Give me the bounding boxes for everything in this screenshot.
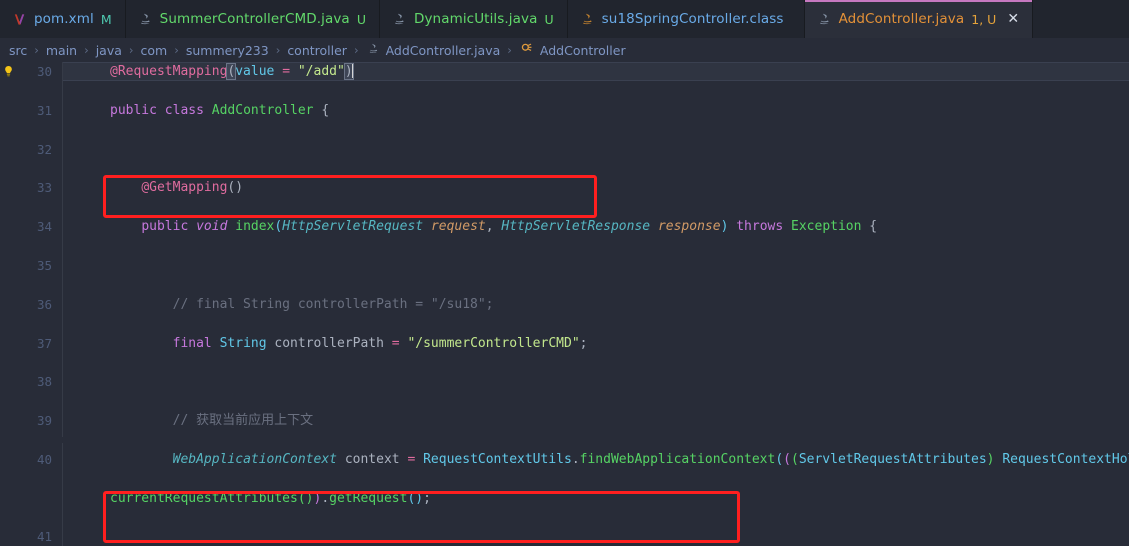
code-line-40[interactable]: 40 WebApplicationContext context = Reque…: [0, 450, 1129, 469]
line-number: 39: [36, 413, 52, 429]
close-icon[interactable]: ✕: [1007, 12, 1019, 26]
java-file-icon: [367, 42, 380, 58]
breadcrumb: src › main › java › com › summery233 › c…: [0, 38, 1129, 62]
code-line-41[interactable]: 41: [0, 527, 1129, 546]
line-content: public class AddController {: [110, 102, 330, 118]
code-line-35[interactable]: 35: [0, 256, 1129, 275]
breadcrumb-separator: ›: [84, 43, 89, 57]
tab-dynamicutils-java[interactable]: DynamicUtils.java U: [380, 0, 568, 38]
breadcrumb-item-main[interactable]: main: [45, 43, 78, 58]
breadcrumb-item-java[interactable]: java: [95, 43, 123, 58]
breadcrumb-separator: ›: [353, 43, 359, 57]
line-content: @GetMapping(): [141, 180, 244, 196]
tab-pom-xml[interactable]: pom.xml M: [0, 0, 126, 38]
breadcrumb-item-summery233[interactable]: summery233: [185, 43, 270, 58]
line-number: 40: [36, 451, 52, 467]
line-number: 34: [36, 219, 52, 235]
editor-tab-bar: pom.xml M SummerControllerCMD.java U Dyn…: [0, 0, 1129, 38]
code-line-30[interactable]: 30 @RequestMapping(value = "/add"): [0, 62, 1129, 81]
line-number: 38: [36, 374, 52, 390]
breadcrumb-separator: ›: [507, 43, 512, 57]
line-number: 31: [36, 102, 52, 118]
java-class-icon: [392, 11, 407, 27]
breadcrumb-item-controller[interactable]: controller: [286, 43, 348, 58]
line-content: WebApplicationContext context = RequestC…: [172, 451, 1129, 467]
line-content: // final String controllerPath = "/su18"…: [110, 296, 494, 312]
tab-su18springcontroller-class[interactable]: su18SpringController.class: [568, 0, 805, 38]
line-number: 30: [36, 64, 52, 79]
line-content: public void index(HttpServletRequest req…: [141, 219, 878, 235]
line-number: 35: [36, 257, 52, 273]
tab-label: pom.xml: [34, 11, 94, 27]
tab-status-flag: U: [544, 11, 554, 27]
code-lines[interactable]: 30 @RequestMapping(value = "/add") 31 pu…: [0, 62, 1129, 546]
tab-addcontroller-java[interactable]: AddController.java 1, U ✕: [804, 0, 1034, 38]
tab-status-flag: M: [100, 11, 112, 27]
breadcrumb-item-addcontroller-java[interactable]: AddController.java: [385, 43, 502, 58]
code-line-33[interactable]: 33 @GetMapping(): [0, 178, 1129, 197]
line-number: 36: [36, 296, 52, 312]
code-line-36[interactable]: 36 // final String controllerPath = "/su…: [0, 295, 1129, 314]
java-class-icon: [138, 11, 153, 27]
code-line-38[interactable]: 38: [0, 372, 1129, 391]
tab-label: su18SpringController.class: [601, 11, 784, 27]
scroll-cut-strip: [0, 437, 1129, 443]
editor-window: pom.xml M SummerControllerCMD.java U Dyn…: [0, 0, 1129, 546]
class-symbol-icon: [520, 42, 534, 58]
breadcrumb-separator: ›: [174, 43, 179, 57]
breadcrumb-item-com[interactable]: com: [140, 43, 169, 58]
line-content: currentRequestAttributes()).getRequest()…: [110, 490, 431, 506]
code-line-40-wrap[interactable]: currentRequestAttributes()).getRequest()…: [0, 489, 1129, 508]
breadcrumb-item-src[interactable]: src: [8, 43, 28, 58]
line-content: @RequestMapping(value = "/add"): [110, 63, 354, 80]
code-line-34[interactable]: 34 public void index(HttpServletRequest …: [0, 217, 1129, 236]
code-line-37[interactable]: 37 final String controllerPath = "/summe…: [0, 334, 1129, 353]
line-content: // 获取当前应用上下文: [110, 413, 314, 429]
code-line-39[interactable]: 39 // 获取当前应用上下文: [0, 411, 1129, 430]
code-editor[interactable]: 30 @RequestMapping(value = "/add") 31 pu…: [0, 62, 1129, 546]
tab-label: AddController.java: [838, 11, 965, 27]
code-line-32[interactable]: 32: [0, 140, 1129, 159]
maven-icon: [12, 11, 27, 27]
breadcrumb-separator: ›: [34, 43, 39, 57]
breadcrumb-separator: ›: [128, 43, 134, 57]
tab-summercontrollercmd-java[interactable]: SummerControllerCMD.java U: [126, 0, 380, 38]
tab-status-flag: U: [356, 11, 366, 27]
tab-status-flag: 1, U: [971, 11, 997, 27]
line-number: 33: [36, 180, 52, 196]
tab-label: DynamicUtils.java: [413, 11, 538, 27]
line-number: 32: [36, 141, 52, 157]
tab-label: SummerControllerCMD.java: [159, 11, 350, 27]
line-number: 37: [36, 335, 52, 351]
breadcrumb-item-addcontroller-class[interactable]: AddController: [539, 43, 627, 58]
breadcrumb-separator: ›: [275, 43, 281, 57]
java-class-icon: [817, 11, 832, 27]
line-content: final String controllerPath = "/summerCo…: [172, 335, 588, 351]
code-line-31[interactable]: 31 public class AddController {: [0, 101, 1129, 120]
line-number: 41: [36, 529, 52, 545]
java-class-file-icon: [580, 11, 595, 27]
